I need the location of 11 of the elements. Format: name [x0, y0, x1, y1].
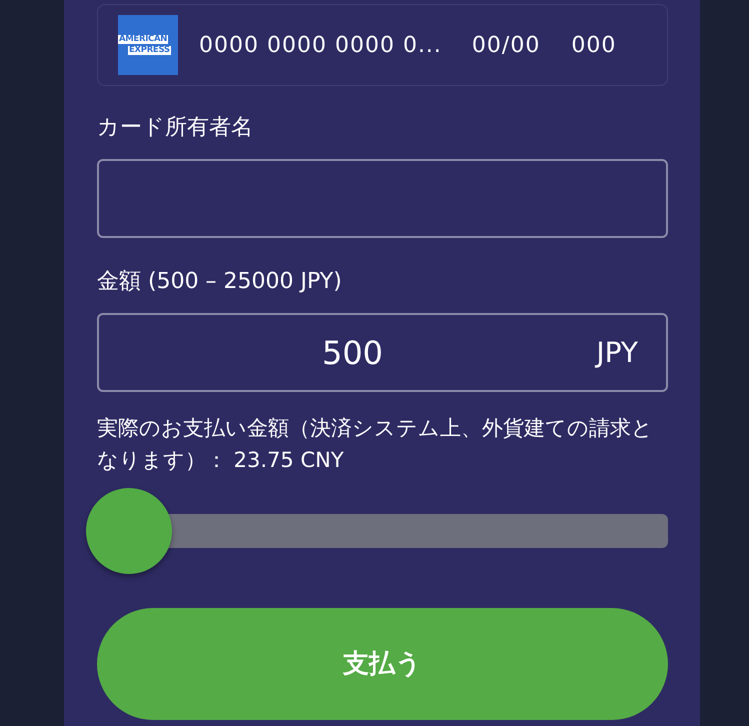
- name-input[interactable]: [97, 159, 668, 238]
- field-label: 金額 (500 – 25000 JPY): [97, 268, 343, 296]
- card-logo: AMERICAN EXPRESS: [118, 15, 178, 75]
- slider[interactable]: [86, 488, 668, 574]
- cvc-code: 000: [571, 32, 616, 60]
- currency-label: JPY: [596, 334, 638, 370]
- card-number-field[interactable]: AMERICAN EXPRESS 0000 0000 0000 0... 00/00 000: [97, 4, 668, 86]
- card-number: 0000 0000 0000 0...: [199, 32, 442, 60]
- field-label: カード所有者名: [97, 114, 254, 142]
- expiry-date: 00/00: [472, 32, 540, 60]
- payment-note: 実際のお支払い金額（決済システム上、外貨建ての請求となります）： 23.75 CNY: [97, 415, 654, 474]
